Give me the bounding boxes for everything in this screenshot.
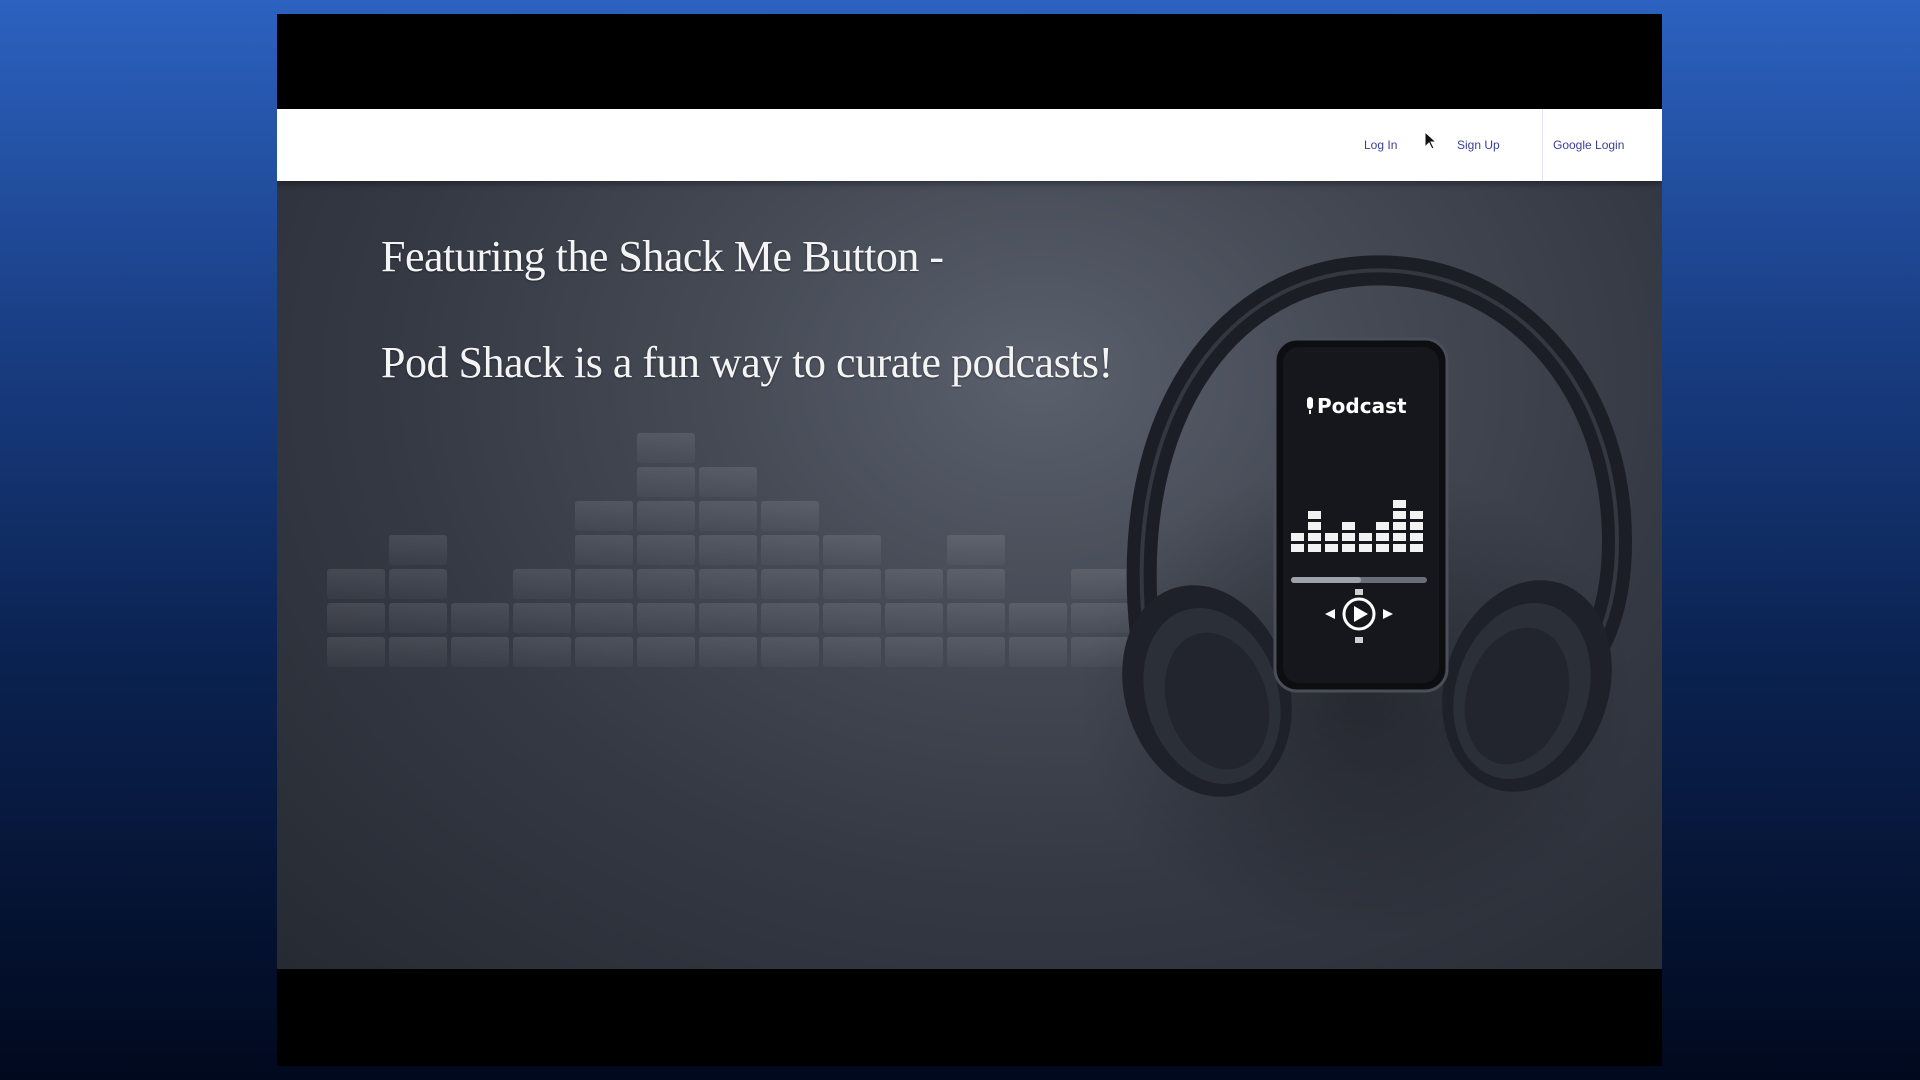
- equalizer-bg-cell: [637, 467, 695, 497]
- phone-eq-cell: [1342, 522, 1355, 530]
- phone-eq-cell: [1393, 522, 1406, 530]
- phone-eq-cell: [1359, 544, 1372, 552]
- phone-image: Podcast: [1273, 337, 1449, 693]
- phone-eq-cell: [1308, 533, 1321, 541]
- equalizer-bg-cell: [637, 603, 695, 633]
- equalizer-bg-cell: [947, 603, 1005, 633]
- hero-background-art: Podcast: [327, 255, 1637, 941]
- phone-eq-cell: [1393, 533, 1406, 541]
- equalizer-bg-cell: [327, 637, 385, 667]
- phone-eq-cell: [1325, 544, 1338, 552]
- video-frame: Log In Sign Up Google Login Podcast Feat…: [277, 14, 1662, 1066]
- phone-podcast-label: Podcast: [1317, 394, 1407, 418]
- equalizer-bg-cell: [389, 569, 447, 599]
- equalizer-bg-cell: [513, 637, 571, 667]
- equalizer-bg-cell: [637, 535, 695, 565]
- equalizer-bg-cell: [389, 603, 447, 633]
- equalizer-bg-cell: [575, 637, 633, 667]
- letterbox-bottom: [277, 969, 1662, 1066]
- equalizer-bg-cell: [885, 569, 943, 599]
- phone-eq-cell: [1342, 533, 1355, 541]
- equalizer-bg-cell: [885, 637, 943, 667]
- phone-eq-cell: [1308, 522, 1321, 530]
- phone-eq-cell: [1376, 522, 1389, 530]
- phone-eq-cell: [1376, 533, 1389, 541]
- equalizer-bg-cell: [761, 569, 819, 599]
- hero-headline: Featuring the Shack Me Button -: [381, 232, 944, 281]
- equalizer-bg-cell: [637, 501, 695, 531]
- equalizer-bg-cell: [761, 637, 819, 667]
- phone-eq-cell: [1393, 500, 1406, 508]
- phone-eq-cell: [1308, 544, 1321, 552]
- phone-eq-cell: [1308, 511, 1321, 519]
- phone-eq-cell: [1325, 533, 1338, 541]
- phone-eq-cell: [1359, 533, 1372, 541]
- equalizer-bg-cell: [699, 569, 757, 599]
- equalizer-bg-cell: [327, 569, 385, 599]
- equalizer-bg-cell: [761, 501, 819, 531]
- equalizer-bg-cell: [823, 535, 881, 565]
- top-navbar: Log In Sign Up Google Login: [277, 109, 1662, 181]
- equalizer-bg-cell: [823, 637, 881, 667]
- mouse-pointer-icon: [1424, 131, 1438, 150]
- equalizer-bg-cell: [327, 603, 385, 633]
- equalizer-bg-cell: [1009, 603, 1067, 633]
- phone-eq-cell: [1410, 533, 1423, 541]
- equalizer-bg-cell: [699, 467, 757, 497]
- equalizer-bg-cell: [575, 501, 633, 531]
- equalizer-bg-cell: [575, 569, 633, 599]
- phone-eq-cell: [1410, 544, 1423, 552]
- equalizer-bg-cell: [575, 603, 633, 633]
- equalizer-bg-cell: [947, 637, 1005, 667]
- equalizer-bg-cell: [761, 535, 819, 565]
- google-login-button[interactable]: Google Login: [1542, 109, 1634, 181]
- equalizer-bg-cell: [451, 637, 509, 667]
- phone-eq-cell: [1393, 511, 1406, 519]
- letterbox-top: [277, 14, 1662, 109]
- equalizer-bg-cell: [699, 637, 757, 667]
- equalizer-bg-cell: [699, 501, 757, 531]
- phone-eq-cell: [1376, 544, 1389, 552]
- equalizer-bg-cell: [885, 603, 943, 633]
- phone-eq-cell: [1291, 544, 1304, 552]
- equalizer-bg-cell: [699, 535, 757, 565]
- hero-tagline: Pod Shack is a fun way to curate podcast…: [381, 338, 1113, 387]
- equalizer-bg-cell: [637, 569, 695, 599]
- equalizer-bg-cell: [389, 637, 447, 667]
- equalizer-bg-cell: [823, 603, 881, 633]
- phone-eq-cell: [1291, 533, 1304, 541]
- login-link[interactable]: Log In: [1364, 109, 1397, 181]
- equalizer-bg-cell: [947, 569, 1005, 599]
- equalizer-bg-cell: [947, 535, 1005, 565]
- equalizer-bg-cell: [637, 433, 695, 463]
- equalizer-bg-cell: [637, 637, 695, 667]
- phone-eq-cell: [1393, 544, 1406, 552]
- equalizer-bg-cell: [575, 535, 633, 565]
- phone-eq-cell: [1342, 544, 1355, 552]
- equalizer-bg-cell: [451, 603, 509, 633]
- equalizer-bg-cell: [761, 603, 819, 633]
- phone-eq-cell: [1410, 511, 1423, 519]
- equalizer-bg-cell: [1009, 637, 1067, 667]
- phone-eq-cell: [1410, 522, 1423, 530]
- equalizer-bg-cell: [699, 603, 757, 633]
- hero-banner: Podcast Featuring the Shack Me Button -: [277, 181, 1662, 969]
- equalizer-bg-cell: [513, 569, 571, 599]
- signup-link[interactable]: Sign Up: [1457, 109, 1500, 181]
- equalizer-bg-cell: [389, 535, 447, 565]
- equalizer-bg-cell: [513, 603, 571, 633]
- equalizer-bg-cell: [823, 569, 881, 599]
